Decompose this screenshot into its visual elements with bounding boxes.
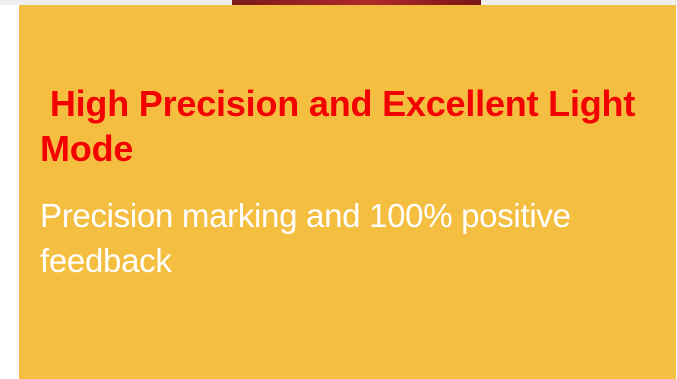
feature-card: High Precision and Excellent Light Mode … — [19, 5, 676, 379]
feature-title: High Precision and Excellent Light Mode — [40, 83, 645, 169]
feature-description: Precision marking and 100% positive feed… — [40, 197, 571, 279]
